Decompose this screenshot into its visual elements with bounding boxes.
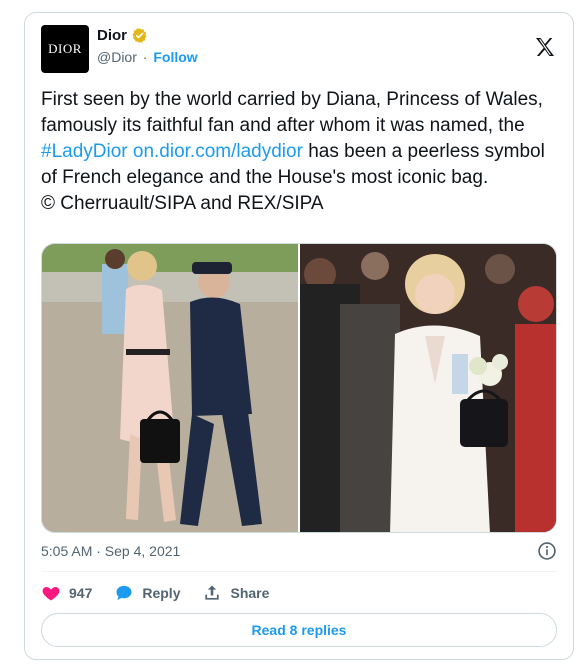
tweet-text: First seen by the world carried by Diana… (41, 87, 561, 217)
reply-button[interactable]: Reply (114, 583, 180, 603)
divider (41, 571, 557, 572)
like-count: 947 (69, 585, 93, 601)
separator-dot: · (142, 49, 148, 65)
avatar-logo-text: DIOR (48, 41, 82, 56)
author-handle[interactable]: @Dior (97, 49, 137, 65)
photo-right-illustration (300, 244, 556, 532)
author-info: Dior @Dior · Follow (97, 27, 198, 65)
tweet-timestamp[interactable]: 5:05 AM · Sep 4, 2021 (41, 543, 180, 559)
tweet-text-part1: First seen by the world carried by Diana… (41, 89, 549, 136)
reply-label: Reply (142, 585, 181, 601)
read-replies-button[interactable]: Read 8 replies (41, 613, 557, 647)
tweet-header: DIOR Dior @Dior · Follow (41, 25, 557, 77)
x-logo-icon[interactable] (533, 35, 557, 59)
hashtag-link[interactable]: #LadyDior (41, 141, 128, 162)
like-button[interactable]: 947 (41, 583, 92, 603)
heart-icon (42, 587, 60, 601)
reply-bubble-icon (116, 585, 132, 601)
follow-button[interactable]: Follow (153, 49, 197, 65)
author-display-name[interactable]: Dior (97, 27, 127, 44)
tweet-actions: 947 Reply Share (41, 581, 291, 605)
share-label: Share (230, 585, 270, 601)
photo-diana-walking[interactable] (42, 244, 298, 532)
info-icon[interactable] (537, 541, 557, 561)
tweet-card: DIOR Dior @Dior · Follow First seen by t… (24, 12, 574, 660)
tweet-media (41, 243, 557, 533)
avatar[interactable]: DIOR (41, 25, 89, 73)
verified-badge-icon (132, 28, 147, 43)
share-icon (205, 585, 220, 600)
share-button[interactable]: Share (202, 583, 269, 603)
photo-diana-bouquet[interactable] (300, 244, 556, 532)
author-name-row[interactable]: Dior (97, 27, 148, 44)
url-link[interactable]: on.dior.com/ladydior (133, 141, 303, 162)
photo-left-illustration (42, 244, 298, 532)
handle-row: @Dior · Follow (97, 49, 198, 65)
